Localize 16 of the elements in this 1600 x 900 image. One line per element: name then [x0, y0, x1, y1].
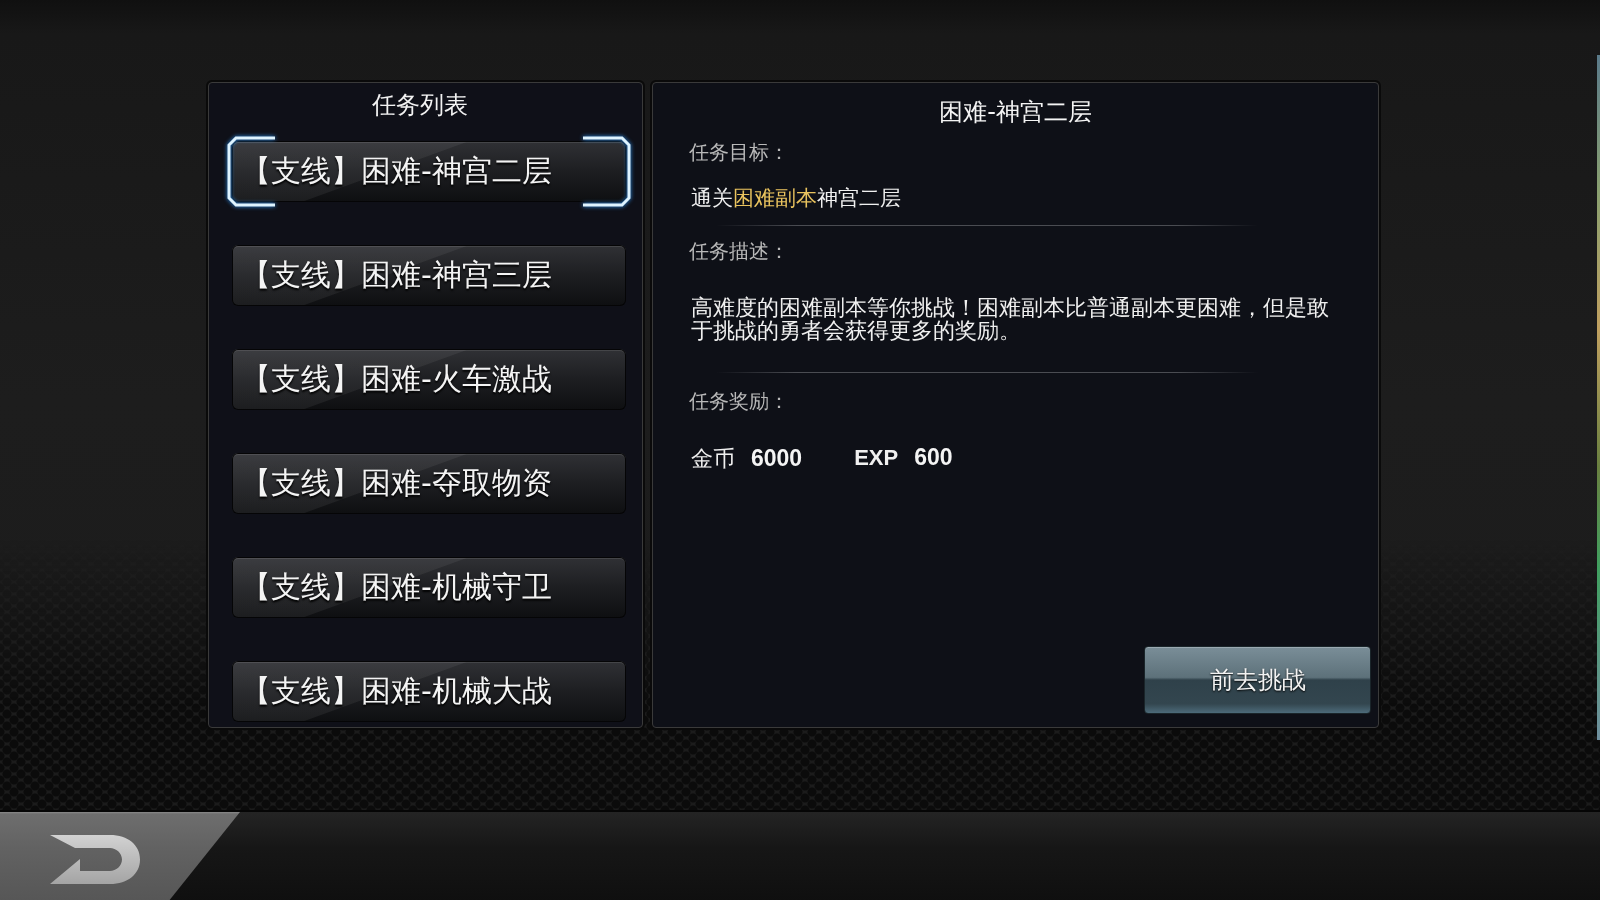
reward-amount: 600: [914, 444, 953, 471]
section-label: 任务描述：: [689, 238, 789, 264]
challenge-button[interactable]: 前去挑战: [1144, 646, 1371, 714]
reward-name: 金币: [691, 445, 735, 473]
reward-name: EXP: [854, 445, 899, 471]
objective-text: 通关困难副本神宫二层: [690, 185, 901, 212]
reward-amount: 6000: [751, 445, 803, 472]
section-label: 任务奖励：: [689, 388, 789, 414]
back-button[interactable]: [0, 812, 240, 900]
panel-title: 任务列表: [371, 91, 468, 119]
quest-title: 困难-神宫二层: [939, 98, 1092, 126]
description-text: 高难度的困难副本等你挑战！困难副本比普通副本更困难，但是敢于挑战的勇者会获得更多的奖励。: [690, 296, 1330, 342]
d-shape-icon: [50, 835, 140, 884]
corner-brackets-icon: [227, 136, 631, 207]
section-label: 任务目标：: [689, 139, 789, 165]
quest-list-item[interactable]: 【支线】困难-神宫二层: [227, 136, 631, 207]
